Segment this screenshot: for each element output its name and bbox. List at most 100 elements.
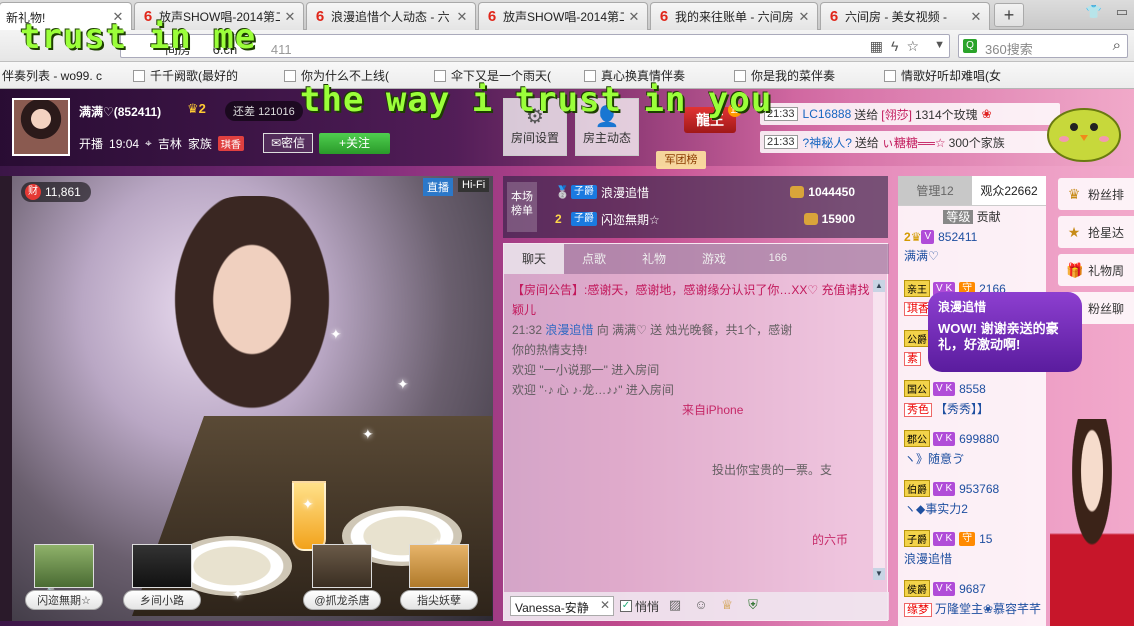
browser-tab-1[interactable]: 新礼物! ✕ xyxy=(0,2,132,31)
browser-tab-2[interactable]: 6 放声SHOW唱-2014第二季 ✕ xyxy=(134,2,304,30)
bookmark-item[interactable]: 伴奏列表 - wo99. c xyxy=(2,67,102,84)
sort-by-contribution[interactable]: 贡献 xyxy=(977,210,1001,224)
close-icon[interactable]: ✕ xyxy=(969,9,983,25)
chat-user[interactable]: 浪漫追惜 xyxy=(545,323,593,337)
gift-tag: ぃ糖糖══☆ xyxy=(881,135,946,150)
rank-row[interactable]: 2 子爵 闪迩無期☆ 15900 xyxy=(555,209,855,229)
tab-song-request[interactable]: 点歌 xyxy=(564,244,624,274)
quick-menu-gift-week[interactable]: 🎁 礼物周 xyxy=(1058,254,1134,286)
audience-item[interactable]: 郡公 V K 699880 ヽ》随意ゔ xyxy=(904,430,1044,467)
tab-title: 放声SHOW唱-2014第二季 xyxy=(159,10,280,24)
rank-amount: 15900 xyxy=(803,212,855,226)
fan-seat[interactable]: @抓龙杀唐 xyxy=(303,544,381,610)
host-feed-button[interactable]: 👤 房主动态 xyxy=(575,98,639,156)
live-badge: 直播 xyxy=(423,178,453,196)
noble-rank-badge: 国公 xyxy=(904,380,930,397)
liujianfang-logo-icon: 6 xyxy=(487,7,497,25)
search-icon[interactable]: ⌕ xyxy=(1113,37,1121,54)
tab-viewers[interactable]: 观众22662 xyxy=(972,176,1046,205)
checkbox-box: ✓ xyxy=(620,600,632,612)
rank-name: 闪迩無期☆ xyxy=(601,212,660,227)
follow-button[interactable]: +关注 xyxy=(319,133,390,154)
gift-user[interactable]: LC16888 xyxy=(803,107,852,121)
bookmark-item[interactable]: 你是我的菜伴奏 xyxy=(734,67,835,84)
tab-games[interactable]: 游戏 xyxy=(684,244,744,274)
army-board-button[interactable]: 军团榜 xyxy=(656,151,706,169)
browser-tab-3[interactable]: 6 浪漫追惜个人动态 - 六 ✕ xyxy=(306,2,476,30)
audience-item[interactable]: 子爵 V K 守 15 浪漫追惜 xyxy=(904,530,1044,567)
tab-admins[interactable]: 管理12 xyxy=(898,176,972,205)
rank-row[interactable]: 🥈 子爵 浪漫追惜 1044450 xyxy=(555,182,855,202)
seat-label: @抓龙杀唐 xyxy=(303,590,381,610)
gear-icon: ⚙ xyxy=(526,106,544,128)
url-input[interactable]: 间房 6.cn 411 ▦ ϟ ☆ ▼ xyxy=(120,34,950,58)
close-icon[interactable]: ✕ xyxy=(600,598,610,612)
fan-seat[interactable]: 闪迩無期☆ xyxy=(25,544,103,610)
skin-icon[interactable]: 👕 xyxy=(1086,4,1102,20)
fan-seat[interactable]: 乡间小路 xyxy=(123,544,201,610)
bookmark-item[interactable]: 情歌好听却难唱(女 xyxy=(884,67,1001,84)
bookmark-label: 真心换真情伴奏 xyxy=(601,69,686,83)
audience-item[interactable]: 侯爵 V K 9687 缘梦 万隆堂主❀慕容芊芊 xyxy=(904,580,1044,617)
browser-tab-5[interactable]: 6 我的来往账单 - 六间房 ✕ xyxy=(650,2,818,30)
host-avatar[interactable] xyxy=(12,98,70,156)
quick-menu-fan-rank[interactable]: ♛ 粉丝排 xyxy=(1058,178,1134,210)
close-icon[interactable]: ✕ xyxy=(455,9,469,25)
private-message-button[interactable]: ✉密信 xyxy=(263,133,313,153)
noble-rank-badge: 郡公 xyxy=(904,430,930,447)
search-input[interactable]: Q 360搜索 ⌕ xyxy=(958,34,1128,58)
audience-item[interactable]: 2 ♛ V 852411 满满♡ xyxy=(904,230,1044,264)
close-icon[interactable]: ✕ xyxy=(111,9,125,25)
audience-id: 852411 xyxy=(938,230,978,244)
chevron-down-icon[interactable]: ▼ xyxy=(934,39,945,51)
audience-line: 2 ♛ V 852411 xyxy=(904,230,1044,244)
bookmark-item[interactable]: 伞下又是一个雨天( xyxy=(434,67,551,84)
close-icon[interactable]: ✕ xyxy=(283,9,297,25)
quick-menu-star[interactable]: ★ 抢星达 xyxy=(1058,216,1134,248)
audience-item[interactable]: 国公 V K 8558 秀色 【秀秀】】 xyxy=(904,380,1044,417)
rank-number: 2 xyxy=(555,212,562,226)
room-settings-button[interactable]: ⚙ 房间设置 xyxy=(503,98,567,156)
tab-gifts[interactable]: 礼物 xyxy=(624,244,684,274)
sort-by-level[interactable]: 等级 xyxy=(943,210,974,224)
left-edge-strip xyxy=(0,176,12,621)
browser-tab-6[interactable]: 6 六间房 - 美女视频 - ✕ xyxy=(820,2,990,30)
family-badge[interactable]: 琪香 xyxy=(217,136,244,151)
thanks-bubble: 浪漫追惜 WOW! 谢谢亲送的豪礼，好激动啊! xyxy=(928,292,1082,372)
audience-item[interactable]: 伯爵 V K 953768 ヽ◆事实力2 xyxy=(904,480,1044,517)
minimize-icon[interactable]: ▭ xyxy=(1116,4,1128,20)
host-name[interactable]: 满满♡(852411) xyxy=(79,103,161,120)
rank-label: 本场榜单 xyxy=(507,182,537,232)
bookmark-item[interactable]: 千千阙歌(最好的 xyxy=(133,67,238,84)
rank-amount: 1044450 xyxy=(790,185,855,199)
vip-badge: V K xyxy=(933,531,956,546)
close-icon[interactable]: ✕ xyxy=(627,9,641,25)
fan-seat[interactable] xyxy=(214,544,292,588)
emoji-icon[interactable]: ☺ xyxy=(691,597,711,615)
gift-user[interactable]: ?神秘人? xyxy=(803,134,852,151)
tab-title: 放声SHOW唱-2014第二季 xyxy=(503,10,624,24)
chat-text: 欢迎 "·♪ 心 ♪·龙…♪♪" 进入房间 xyxy=(512,383,674,397)
gift-icon: 🎁 xyxy=(1066,262,1084,278)
browser-tab-4[interactable]: 6 放声SHOW唱-2014第二季 ✕ xyxy=(478,2,648,30)
new-tab-button[interactable]: + xyxy=(994,3,1024,27)
gift-tag: [翎莎] xyxy=(881,107,912,122)
qr-icon[interactable]: ▦ xyxy=(870,38,883,55)
chat-scrollbar[interactable]: ▲ ▼ xyxy=(873,280,885,580)
scroll-up-icon[interactable]: ▲ xyxy=(873,280,885,292)
close-icon[interactable]: ✕ xyxy=(797,9,811,25)
image-icon[interactable]: ▨ xyxy=(665,597,685,615)
star-icon[interactable]: ☆ xyxy=(906,38,919,55)
bookmark-item[interactable]: 你为什么不上线( xyxy=(284,67,389,84)
bookmark-item[interactable]: 真心换真情伴奏 xyxy=(584,67,685,84)
tab-chat[interactable]: 聊天 xyxy=(504,244,564,274)
lightning-icon[interactable]: ϟ xyxy=(891,38,898,55)
fan-seat[interactable]: 指尖妖孽 xyxy=(400,544,478,610)
vip-icon[interactable]: ♕ xyxy=(717,597,737,615)
guard-icon[interactable]: ⛨ xyxy=(743,597,763,615)
chat-target-select[interactable]: Vanessa-安静 ✕ xyxy=(510,596,614,616)
coin-icon xyxy=(790,186,805,198)
whisper-checkbox[interactable]: ✓ 悄悄 xyxy=(620,598,659,615)
scroll-down-icon[interactable]: ▼ xyxy=(873,568,885,580)
browser-tab-bar: 新礼物! ✕ 6 放声SHOW唱-2014第二季 ✕ 6 浪漫追惜个人动态 - … xyxy=(0,0,1134,31)
